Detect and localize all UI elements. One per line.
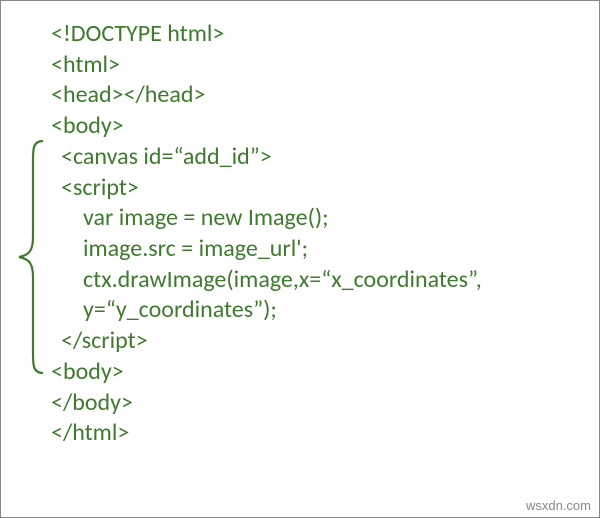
- code-line: image.src = image_url';: [51, 234, 599, 265]
- curly-brace-icon: [15, 139, 47, 375]
- code-line: </script>: [51, 326, 599, 357]
- code-line: <body>: [51, 357, 599, 388]
- code-line: <script>: [51, 173, 599, 204]
- code-line: y=“y_coordinates”);: [51, 295, 599, 326]
- code-line: var image = new Image();: [51, 203, 599, 234]
- code-line: </body>: [51, 388, 599, 419]
- code-line: <canvas id=“add_id”>: [51, 142, 599, 173]
- code-line: <!DOCTYPE html>: [51, 19, 599, 50]
- watermark-text: wsxdn.com: [526, 498, 591, 513]
- code-line: <html>: [51, 50, 599, 81]
- code-block: <!DOCTYPE html> <html> <head></head> <bo…: [1, 1, 599, 467]
- code-line: ctx.drawImage(image,x=“x_coordinates”,: [51, 265, 599, 296]
- code-line: <head></head>: [51, 80, 599, 111]
- code-line: <body>: [51, 111, 599, 142]
- code-line: </html>: [51, 418, 599, 449]
